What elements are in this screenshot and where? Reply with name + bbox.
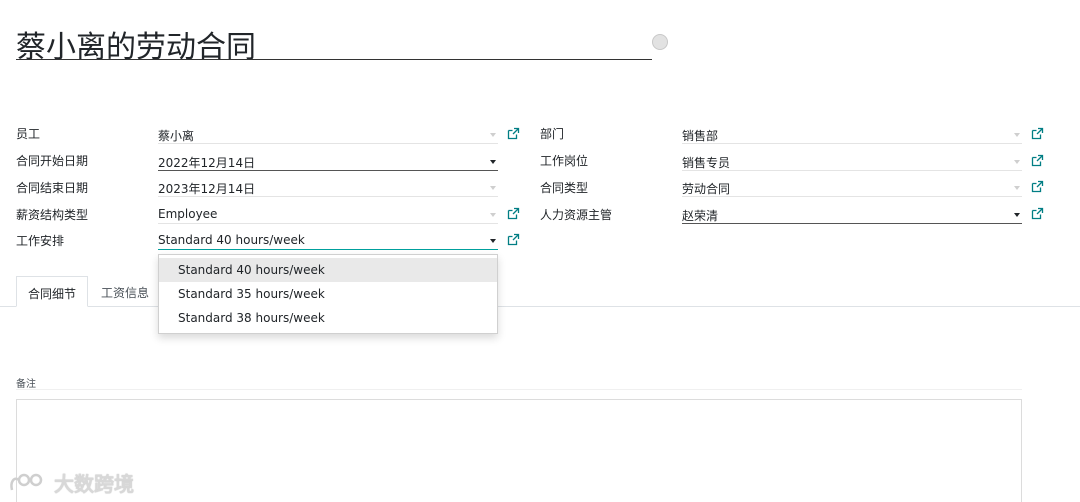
- chevron-down-icon[interactable]: [1014, 186, 1020, 190]
- label-end-date: 合同结束日期: [16, 181, 89, 195]
- chevron-down-icon[interactable]: [490, 133, 496, 137]
- hr-responsible-field[interactable]: 赵荣清: [682, 206, 1022, 224]
- watermark-text: 大数跨境: [54, 472, 134, 496]
- label-hr-responsible: 人力资源主管: [540, 208, 613, 222]
- work-schedule-field[interactable]: Standard 40 hours/week: [158, 232, 498, 250]
- external-link-icon[interactable]: [507, 207, 520, 220]
- chevron-down-icon[interactable]: [1014, 213, 1020, 217]
- salary-structure-field[interactable]: Employee: [158, 206, 498, 224]
- start-date-value: 2022年12月14日: [158, 156, 256, 170]
- chevron-down-icon[interactable]: [1014, 133, 1020, 137]
- chevron-down-icon[interactable]: [490, 239, 496, 243]
- label-department: 部门: [540, 127, 565, 141]
- notes-label: 备注: [16, 379, 36, 390]
- notes-divider: [16, 389, 1022, 390]
- job-position-value: 销售专员: [682, 156, 731, 170]
- end-date-field[interactable]: 2023年12月14日: [158, 179, 498, 197]
- chevron-down-icon[interactable]: [490, 186, 496, 190]
- external-link-icon[interactable]: [1031, 127, 1044, 140]
- watermark: 大数跨境: [8, 468, 134, 497]
- notes-input[interactable]: [16, 399, 1022, 502]
- salary-structure-value: Employee: [158, 207, 218, 221]
- label-employee: 员工: [16, 127, 41, 141]
- contract-type-value: 劳动合同: [682, 182, 731, 196]
- external-link-icon[interactable]: [1031, 180, 1044, 193]
- start-date-field[interactable]: 2022年12月14日: [158, 153, 498, 171]
- tab-salary-info[interactable]: 工资信息: [90, 276, 160, 307]
- title-underline: [16, 59, 652, 60]
- employee-value: 蔡小离: [158, 129, 195, 143]
- external-link-icon[interactable]: [507, 127, 520, 140]
- label-start-date: 合同开始日期: [16, 154, 89, 168]
- dropdown-option[interactable]: Standard 35 hours/week: [159, 282, 497, 306]
- chevron-down-icon[interactable]: [490, 213, 496, 217]
- dropdown-option[interactable]: Standard 38 hours/week: [159, 306, 497, 330]
- chevron-down-icon[interactable]: [490, 160, 496, 164]
- priority-toggle[interactable]: [652, 34, 668, 50]
- external-link-icon[interactable]: [507, 233, 520, 246]
- department-value: 销售部: [682, 129, 719, 143]
- tab-contract-details[interactable]: 合同细节: [16, 276, 89, 307]
- department-field[interactable]: 销售部: [682, 126, 1022, 144]
- chevron-down-icon[interactable]: [1014, 160, 1020, 164]
- work-schedule-dropdown: Standard 40 hours/week Standard 35 hours…: [158, 254, 498, 334]
- dropdown-option[interactable]: Standard 40 hours/week: [159, 258, 497, 282]
- label-contract-type: 合同类型: [540, 181, 589, 195]
- external-link-icon[interactable]: [1031, 207, 1044, 220]
- hr-responsible-value: 赵荣清: [682, 209, 719, 223]
- contract-type-field[interactable]: 劳动合同: [682, 179, 1022, 197]
- label-job-position: 工作岗位: [540, 154, 589, 168]
- work-schedule-value: Standard 40 hours/week: [158, 233, 305, 247]
- employee-field[interactable]: 蔡小离: [158, 126, 498, 144]
- label-salary-structure: 薪资结构类型: [16, 208, 89, 222]
- external-link-icon[interactable]: [1031, 154, 1044, 167]
- label-work-schedule: 工作安排: [16, 234, 65, 248]
- watermark-logo-icon: [10, 473, 43, 490]
- end-date-value: 2023年12月14日: [158, 182, 256, 196]
- job-position-field[interactable]: 销售专员: [682, 153, 1022, 171]
